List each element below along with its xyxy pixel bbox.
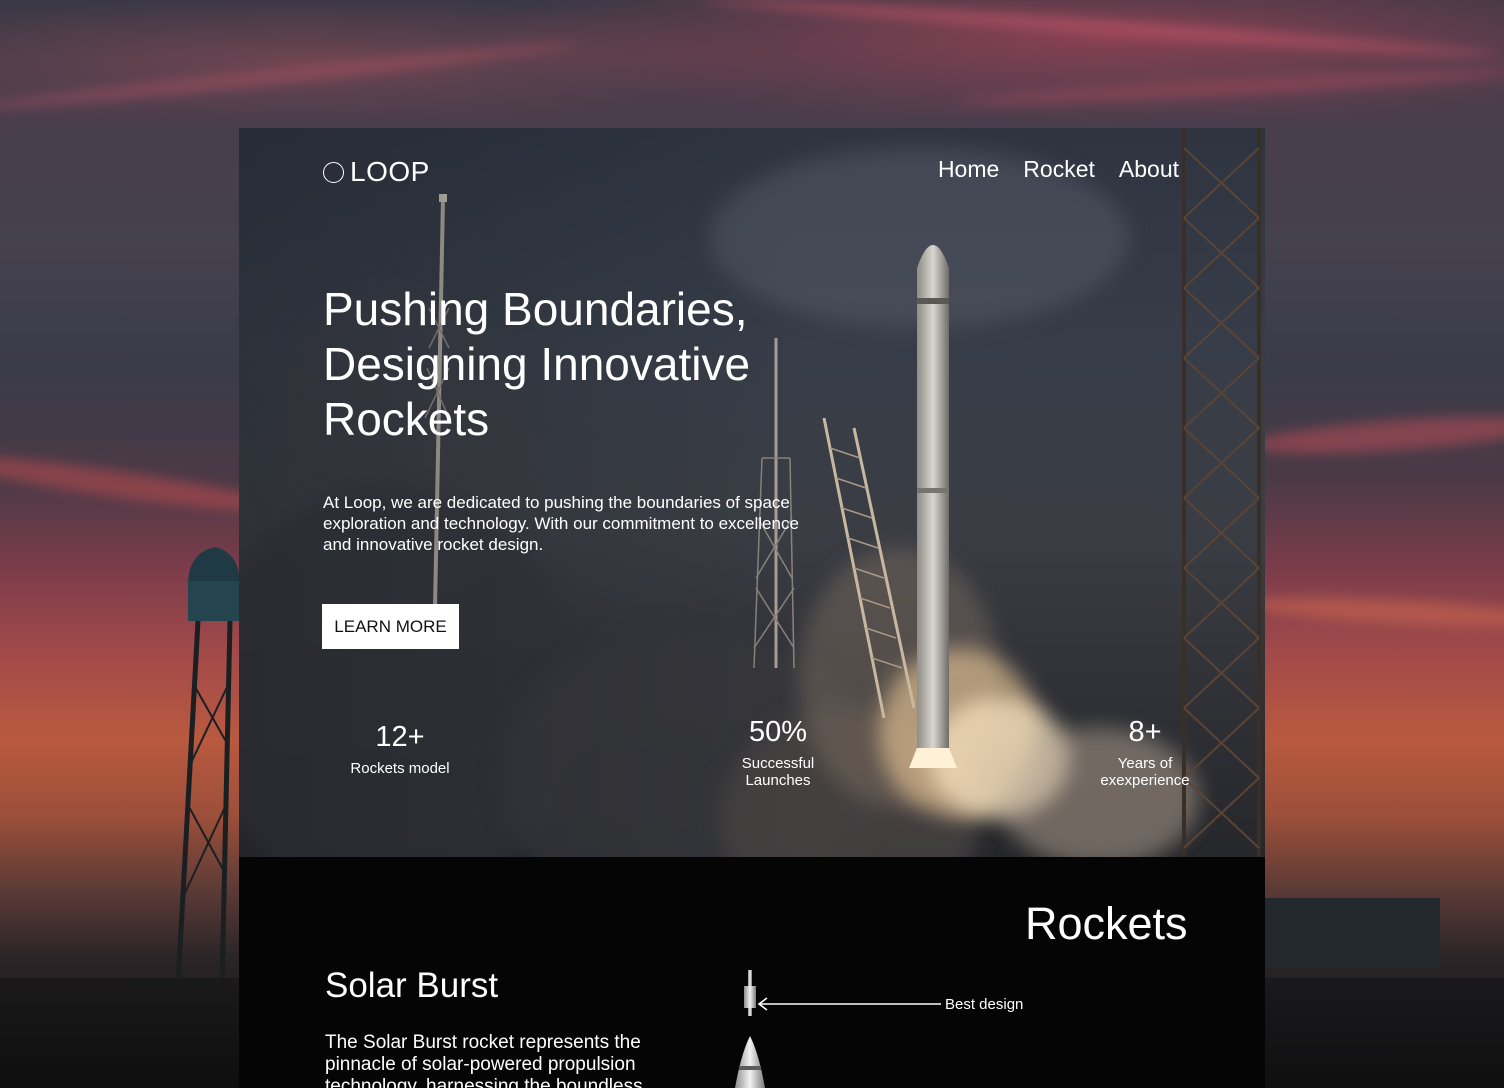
stat-value: 50% [748, 716, 808, 748]
water-tower-graphic [175, 547, 240, 985]
nav-item-home[interactable]: Home [938, 156, 999, 183]
stat-label: Rockets model [350, 760, 450, 777]
brand-logo[interactable]: LOOP [323, 156, 430, 188]
best-design-annotation: Best design [945, 996, 1024, 1013]
rocket-image [735, 970, 765, 1088]
section-title: Rockets [1025, 898, 1188, 949]
arrow-left-icon [757, 997, 941, 1011]
hero-section: LOOP Home Rocket About Pushing Boundarie… [239, 128, 1265, 857]
brand-name: LOOP [350, 156, 430, 187]
stat-value: 12+ [375, 721, 425, 753]
nav-item-rocket[interactable]: Rocket [1023, 156, 1095, 183]
circle-logo-icon [323, 161, 344, 183]
stat-label: Years of exexperience [1100, 755, 1190, 789]
hero-description: At Loop, we are dedicated to pushing the… [323, 493, 799, 554]
landing-page-card: LOOP Home Rocket About Pushing Boundarie… [239, 128, 1265, 1088]
stat-value: 8+ [1128, 716, 1162, 748]
hero-headline: Pushing Boundaries, Designing Innovative… [323, 283, 751, 445]
nav-item-about[interactable]: About [1119, 156, 1179, 183]
stat-label: Successful Launches [741, 755, 815, 789]
rocket-description: The Solar Burst rocket represents the pi… [325, 1032, 643, 1088]
stat-rockets-model: 12+ Rockets model [350, 720, 450, 777]
stat-successful-launches: 50% Successful Launches [728, 715, 828, 789]
stat-years-experience: 8+ Years of exexperience [1090, 715, 1200, 789]
rocket-name: Solar Burst [325, 966, 499, 1005]
learn-more-button[interactable]: LEARN MORE [322, 604, 459, 649]
main-nav: Home Rocket About [938, 156, 1179, 183]
